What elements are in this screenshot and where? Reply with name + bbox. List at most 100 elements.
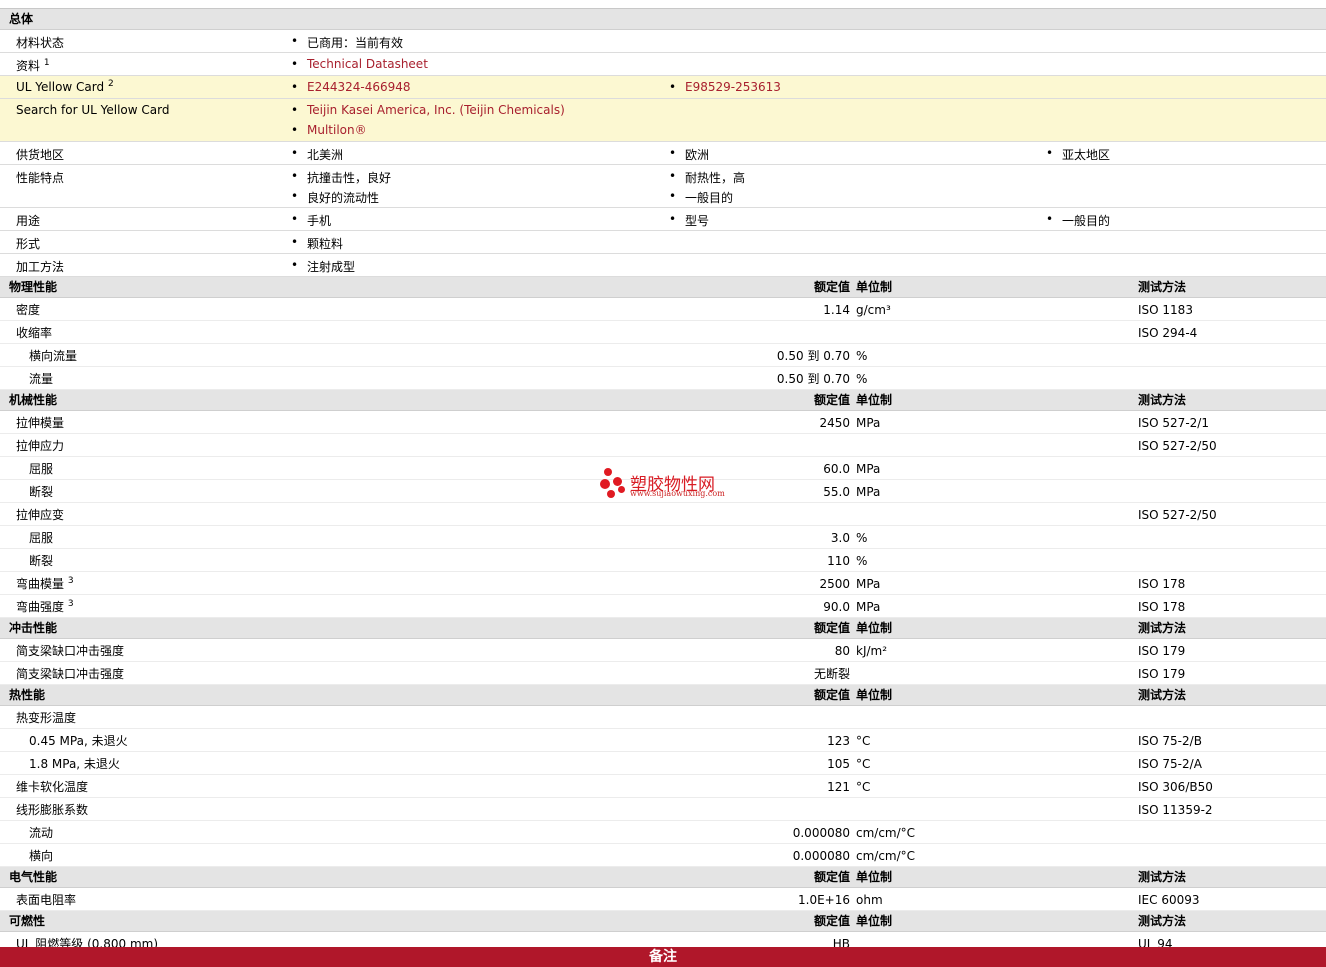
- table-row: 横向流量 0.50 到 0.70%: [0, 344, 1326, 367]
- unit-value: MPa: [856, 462, 881, 476]
- property-label: 拉伸应变: [16, 508, 65, 522]
- column-test-method: 测试方法: [1138, 688, 1187, 702]
- unit-value: kJ/m²: [856, 644, 888, 658]
- table-row: 屈服 3.0%: [0, 526, 1326, 549]
- table-row: 简支梁缺口冲击强度 80 kJ/m² ISO 179: [0, 639, 1326, 662]
- nominal-value: 1.0E+16: [798, 893, 850, 907]
- column-unit: 单位制: [856, 914, 893, 928]
- unit-value: °C: [856, 734, 871, 748]
- column-nominal: 额定值: [813, 280, 850, 294]
- search-ul-link[interactable]: Teijin Kasei America, Inc. (Teijin Chemi…: [291, 103, 565, 117]
- row-supply-region: 供货地区 北美洲 欧洲 亚太地区: [0, 142, 1326, 165]
- test-method: ISO 11359-2: [1138, 803, 1213, 817]
- section-thermal-header: 热性能 额定值 单位制 测试方法: [0, 685, 1326, 706]
- row-label: 用途: [16, 214, 41, 228]
- row-label: 形式: [16, 237, 41, 251]
- row-label: 加工方法: [16, 260, 65, 274]
- property-label: 1.8 MPa, 未退火: [29, 757, 120, 771]
- row-processing: 加工方法 注射成型: [0, 254, 1326, 277]
- unit-value: %: [856, 372, 868, 386]
- column-nominal: 额定值: [813, 914, 850, 928]
- test-method: ISO 179: [1138, 667, 1186, 681]
- unit-value: cm/cm/°C: [856, 826, 916, 840]
- table-row: 线形膨胀系数 ISO 11359-2: [0, 798, 1326, 821]
- section-general-header: 总体: [0, 9, 1326, 30]
- nominal-value: 110: [827, 554, 850, 568]
- row-label: 资料 1: [16, 58, 50, 74]
- table-row: 流量 0.50 到 0.70%: [0, 367, 1326, 390]
- property-label: 横向流量: [29, 349, 78, 363]
- table-row: 维卡软化温度 121 °C ISO 306/B50: [0, 775, 1326, 798]
- property-label: 弯曲强度 3: [16, 599, 74, 615]
- unit-value: MPa: [856, 577, 881, 591]
- nominal-value: 0.50 到 0.70: [776, 372, 850, 386]
- column-test-method: 测试方法: [1138, 914, 1187, 928]
- unit-value: %: [856, 554, 868, 568]
- section-title: 物理性能: [9, 280, 58, 294]
- section-title: 热性能: [9, 688, 46, 702]
- nominal-value: 2500: [819, 577, 850, 591]
- table-row: 弯曲强度 3 90.0 MPa ISO 178: [0, 595, 1326, 618]
- nominal-value: 2450: [819, 416, 850, 430]
- row-label: Search for UL Yellow Card: [16, 103, 170, 117]
- table-row: 拉伸应变 ISO 527-2/50: [0, 503, 1326, 526]
- watermark-url: www.sujiaowuxing.com: [630, 489, 725, 498]
- column-nominal: 额定值: [813, 393, 850, 407]
- test-method: ISO 75-2/B: [1138, 734, 1202, 748]
- row-label: 供货地区: [16, 148, 65, 162]
- column-test-method: 测试方法: [1138, 393, 1187, 407]
- column-nominal: 额定值: [813, 621, 850, 635]
- column-unit: 单位制: [856, 621, 893, 635]
- column-test-method: 测试方法: [1138, 280, 1187, 294]
- nominal-value: 0.50 到 0.70: [776, 349, 850, 363]
- property-label: 收缩率: [16, 326, 53, 340]
- datasheet-link[interactable]: Technical Datasheet: [291, 57, 428, 71]
- section-electrical-header: 电气性能 额定值 单位制 测试方法: [0, 867, 1326, 888]
- nominal-value: 3.0: [830, 531, 850, 545]
- test-method: ISO 179: [1138, 644, 1186, 658]
- property-label: 简支梁缺口冲击强度: [16, 644, 125, 658]
- list-item: 抗撞击性，良好: [291, 169, 391, 186]
- nominal-value: 0.000080: [792, 826, 850, 840]
- property-label: 流量: [29, 372, 54, 386]
- column-unit: 单位制: [856, 393, 893, 407]
- table-row: 热变形温度: [0, 706, 1326, 729]
- list-item: 一般目的: [1046, 212, 1110, 229]
- nominal-value: 无断裂: [813, 667, 850, 681]
- test-method: ISO 306/B50: [1138, 780, 1213, 794]
- row-label: UL Yellow Card 2: [16, 79, 114, 95]
- section-title: 可燃性: [9, 914, 46, 928]
- row-form: 形式 颗粒料: [0, 231, 1326, 254]
- test-method: ISO 527-2/50: [1138, 439, 1217, 453]
- property-label: 表面电阻率: [16, 893, 77, 907]
- notes-bar[interactable]: 备注: [0, 947, 1326, 967]
- column-test-method: 测试方法: [1138, 621, 1187, 635]
- test-method: IEC 60093: [1138, 893, 1200, 907]
- section-flammability-header: 可燃性 额定值 单位制 测试方法: [0, 911, 1326, 932]
- unit-value: %: [856, 531, 868, 545]
- section-physical: 物理性能 额定值 单位制 测试方法 密度 1.14 g/cm³ ISO 1183 收缩率 ISO …: [0, 277, 1326, 390]
- list-item: 北美洲: [291, 146, 343, 163]
- column-nominal: 额定值: [813, 870, 850, 884]
- property-label: 密度: [16, 303, 41, 317]
- ul-card-link[interactable]: E244324-466948: [291, 80, 411, 94]
- test-method: ISO 527-2/1: [1138, 416, 1209, 430]
- test-method: ISO 294-4: [1138, 326, 1198, 340]
- section-mechanical-header: 机械性能 额定值 单位制 测试方法: [0, 390, 1326, 411]
- row-features: 性能特点 抗撞击性，良好 耐热性，高 良好的流动性 一般目的: [0, 165, 1326, 208]
- section-title: 电气性能: [9, 870, 58, 884]
- property-label: 简支梁缺口冲击强度: [16, 667, 125, 681]
- row-search-ul-card: Search for UL Yellow Card Teijin Kasei A…: [0, 99, 1326, 142]
- property-label: 线形膨胀系数: [16, 803, 89, 817]
- section-title: 总体: [9, 12, 34, 26]
- property-label: 热变形温度: [16, 711, 77, 725]
- property-label: 屈服: [29, 462, 54, 476]
- list-item: 亚太地区: [1046, 146, 1110, 163]
- list-item: 型号: [669, 212, 709, 229]
- table-row: 1.8 MPa, 未退火 105 °C ISO 75-2/A: [0, 752, 1326, 775]
- search-ul-link[interactable]: Multilon®: [291, 123, 367, 137]
- row-uses: 用途 手机 型号 一般目的: [0, 208, 1326, 231]
- row-ul-yellow-card: UL Yellow Card 2 E244324-466948 E98529-2…: [0, 76, 1326, 99]
- ul-card-link[interactable]: E98529-253613: [669, 80, 781, 94]
- column-nominal: 额定值: [813, 688, 850, 702]
